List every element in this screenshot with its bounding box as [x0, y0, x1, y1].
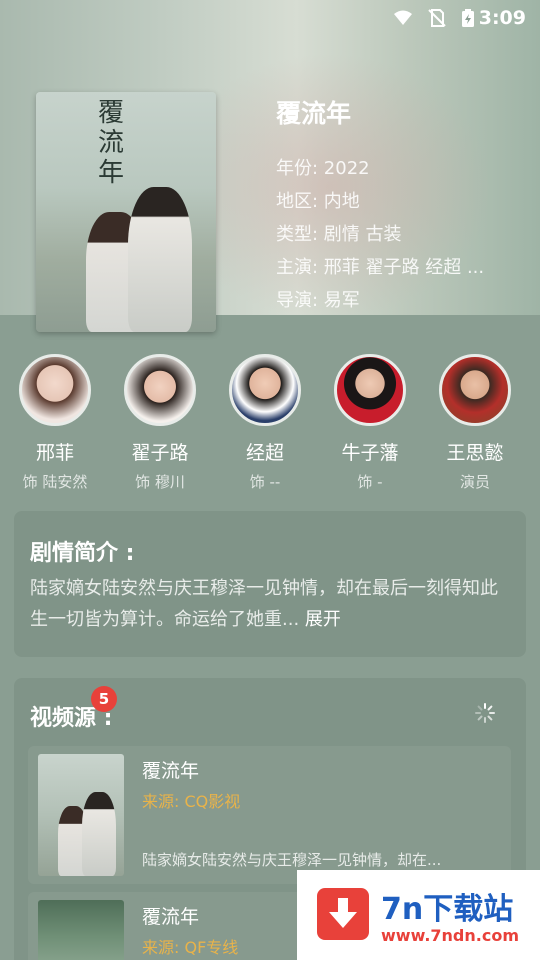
avatar [439, 354, 511, 426]
synopsis-body: 陆家嫡女陆安然与庆王穆泽一见钟情，却在最后一刻得知此生一切皆为算计。命运给了她重… [30, 578, 498, 630]
site-watermark: 7n下载站 www.7ndn.com [297, 870, 540, 960]
drama-year: 年份: 2022 [276, 158, 370, 179]
synopsis-card: 剧情简介 : 陆家嫡女陆安然与庆王穆泽一见钟情，却在最后一刻得知此生一切皆为算计… [14, 511, 526, 657]
loading-spinner-icon [475, 703, 495, 723]
cast-role: 饰 陆安然 [22, 473, 88, 491]
no-sim-icon [428, 9, 446, 27]
cast-member[interactable]: 翟子路 饰 穆川 [115, 354, 205, 492]
source-item[interactable]: 覆流年 来源: CQ影视 陆家嫡女陆安然与庆王穆泽一见钟情，却在... [28, 746, 511, 884]
clock: 3:09 [478, 7, 526, 29]
synopsis-heading: 剧情简介 : [30, 541, 135, 566]
cast-member[interactable]: 王思懿 演员 [430, 354, 520, 492]
cast-role: 饰 穆川 [135, 473, 185, 491]
avatar [229, 354, 301, 426]
battery-charging-icon [462, 9, 474, 27]
source-desc: 陆家嫡女陆安然与庆王穆泽一见钟情，却在... [142, 851, 442, 869]
cast-member[interactable]: 经超 饰 -- [220, 354, 310, 492]
drama-genre: 类型: 剧情 古装 [276, 224, 402, 245]
cast-name: 王思懿 [446, 442, 504, 464]
drama-director: 导演: 易军 [276, 290, 360, 311]
cast-role: 饰 - [357, 473, 383, 491]
avatar [19, 354, 91, 426]
poster-calligraphy: 覆流年 [98, 98, 125, 188]
cast-role: 饰 -- [249, 473, 281, 491]
poster-figure-male [128, 187, 192, 332]
avatar [334, 354, 406, 426]
source-thumbnail [38, 900, 124, 960]
avatar [124, 354, 196, 426]
source-title: 覆流年 [142, 906, 200, 928]
watermark-url: www.7ndn.com [381, 926, 519, 945]
status-bar: 3:09 [0, 0, 540, 36]
cast-member[interactable]: 牛子藩 饰 - [325, 354, 415, 492]
thumb-figure [82, 792, 116, 876]
watermark-title: 7n下载站 [381, 892, 514, 927]
drama-poster[interactable]: 覆流年 [36, 92, 216, 332]
cast-role: 演员 [459, 473, 490, 491]
cast-name: 翟子路 [131, 442, 189, 464]
expand-button[interactable]: 展开 [305, 609, 341, 630]
cast-name: 经超 [245, 442, 284, 464]
cast-member[interactable]: 邢菲 饰 陆安然 [10, 354, 100, 492]
cast-name: 邢菲 [35, 442, 74, 464]
source-label: 来源: QF专线 [142, 938, 239, 957]
drama-title: 覆流年 [276, 99, 352, 128]
source-label: 来源: CQ影视 [142, 792, 241, 811]
synopsis-text: 陆家嫡女陆安然与庆王穆泽一见钟情，却在最后一刻得知此生一切皆为算计。命运给了她重… [30, 573, 510, 635]
drama-cast-line: 主演: 邢菲 翟子路 经超 ... [276, 257, 485, 278]
drama-region: 地区: 内地 [276, 191, 360, 212]
source-title: 覆流年 [142, 760, 200, 782]
cast-name: 牛子藩 [341, 442, 399, 464]
wifi-icon [394, 10, 412, 25]
source-thumbnail [38, 754, 124, 876]
download-arrow-icon [317, 888, 369, 940]
source-count-badge: 5 [91, 686, 117, 712]
